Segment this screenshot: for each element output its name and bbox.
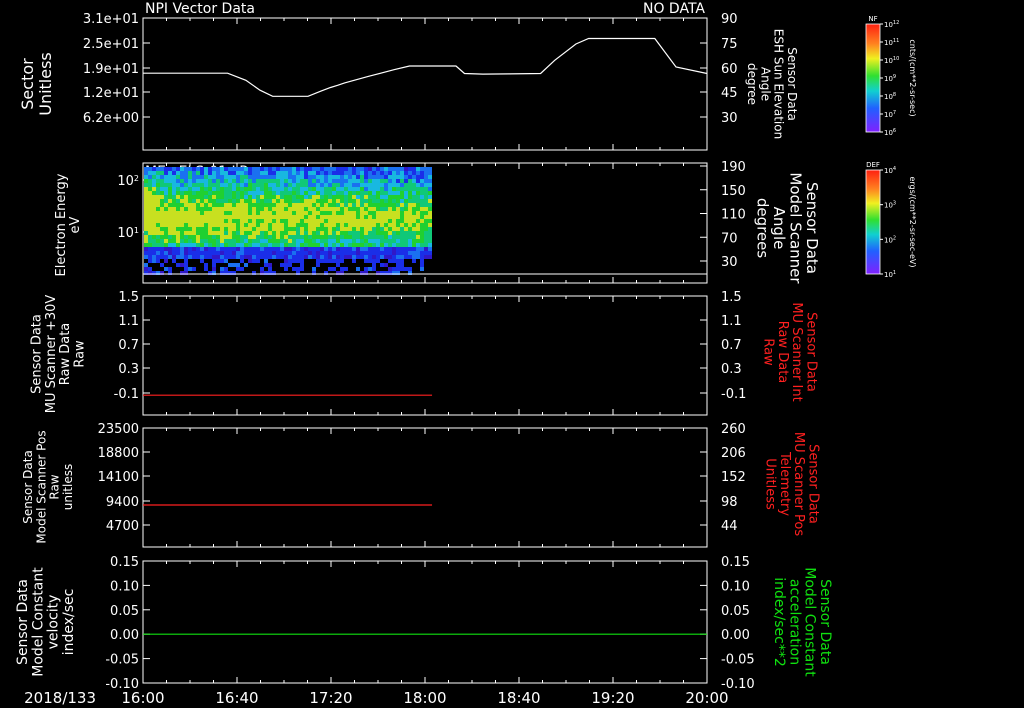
panel-2: MEx ELS-01 LR1021011901501107030Electron… [54, 160, 821, 284]
colorbar-units: ergs/(cm**2-sr-sec-eV) [908, 176, 917, 267]
time-tick-label: 18:40 [497, 689, 540, 707]
y-tick-label-right: 1.5 [721, 290, 742, 305]
y-tick-label-left: -0.05 [105, 653, 139, 668]
y-tick-label-left: 1.5 [118, 290, 139, 305]
time-tick-label: 20:00 [685, 689, 728, 707]
y-tick-label-left: 14100 [98, 470, 139, 485]
y-tick-label-right: 90 [721, 12, 738, 27]
y-tick-label-left: 23500 [98, 422, 139, 437]
y-tick-label-right: 110 [721, 208, 746, 223]
y-tick-label-right: 190 [721, 160, 746, 175]
time-tick-label: 18:00 [403, 689, 446, 707]
y-tick-label-left: 102 [117, 174, 139, 190]
colorbar-title: DEF [866, 161, 880, 169]
y-axis-label-right: Sensor DataMU Scanner PosTelemetryUnitle… [763, 432, 821, 537]
time-tick-label: 16:40 [215, 689, 258, 707]
y-tick-label-left: 4700 [106, 519, 139, 534]
y-tick-label-right: 150 [721, 184, 746, 199]
y-tick-label-left: 1.2e+01 [83, 86, 139, 101]
colorbar-tick-label: 103 [884, 201, 896, 210]
colorbar-tick-label: 108 [884, 92, 896, 101]
panel-frame [142, 427, 708, 548]
y-tick-label-left: 0.3 [118, 362, 139, 377]
y-tick-label-left: 3.1e+01 [83, 12, 139, 27]
date-label: 2018/133 [24, 689, 96, 707]
panel-1: NPI Vector Data NO DATA 3.1e+01 2.5e+01 1.9e… [18, 1, 799, 151]
y-axis-label-right: Sensor DataModel Constantaccelerationind… [771, 567, 833, 677]
y-tick-label-left: 0.7 [118, 338, 139, 353]
colorbar-gradient [865, 169, 881, 275]
y-tick-label-left: 0.10 [110, 579, 139, 594]
colorbar-units: cnts/(cm**2-sr-sec) [908, 39, 917, 116]
y-tick-label-right: 0.3 [721, 362, 742, 377]
y-tick-label-right: 0.7 [721, 338, 742, 353]
y-tick-label-right: 75 [721, 37, 738, 52]
colorbar-tick-label: 1011 [884, 38, 899, 47]
y-axis-label-left: SectorUnitless [18, 52, 55, 116]
panel-frame [142, 560, 708, 684]
panel-5: 0.150.100.050.00-0.05-0.100.150.100.050.… [15, 555, 833, 692]
y-tick-label-right: 206 [721, 446, 746, 461]
y-tick-label-right: 0.05 [721, 604, 750, 619]
time-tick-label: 19:20 [591, 689, 634, 707]
y-axis-label-left: Electron EnergyeV [54, 173, 83, 276]
colorbar-gradient [865, 23, 881, 133]
y-tick-label-left: 6.2e+00 [83, 111, 139, 126]
colorbar-nf: NF 1012 1011 1010 109 108 107 106 cnts/(cm**2-sr… [865, 15, 917, 137]
y-tick-label-right: 44 [721, 519, 738, 534]
panel-title: NPI Vector Data [145, 1, 255, 17]
y-tick-label-right: 0.10 [721, 579, 750, 594]
y-axis-label-right: Sensor DataESH Sun ElevationAngledegree [745, 29, 799, 139]
panel-4: 23500 18800 14100 9400 4700 260 206 152 98 44 Sens… [21, 422, 821, 548]
y-tick-label-left: 0.15 [110, 555, 139, 570]
colorbar-tick-label: 1010 [884, 56, 899, 65]
colorbar-def: DEF 104 103 102 101 ergs/(cm**2-sr-sec-eV) [865, 161, 917, 279]
y-tick-label-left: 9400 [106, 495, 139, 510]
y-tick-label-left: 2.5e+01 [83, 37, 139, 52]
colorbar-tick-label: 106 [884, 128, 896, 137]
y-tick-label-right: 30 [721, 111, 738, 126]
y-tick-label-right: 260 [721, 422, 746, 437]
spectrogram [144, 167, 432, 275]
y-tick-label-left: 1.9e+01 [83, 62, 139, 77]
y-tick-label-left: 0.05 [110, 604, 139, 619]
y-axis-label-right: Sensor DataModel ScannerAngledegrees [753, 172, 821, 284]
y-tick-label-right: 98 [721, 495, 738, 510]
y-tick-label-right: 1.1 [721, 314, 742, 329]
colorbar-title: NF [868, 15, 877, 23]
time-tick-label: 17:20 [309, 689, 352, 707]
panel-frame [142, 17, 708, 151]
y-tick-label-right: 45 [721, 86, 738, 101]
y-tick-label-right: -0.1 [721, 387, 746, 402]
y-axis-label-left: Sensor DataModel Constantvelocityindex/s… [15, 567, 77, 677]
y-tick-label-left: 101 [117, 226, 139, 242]
y-tick-label-right: 152 [721, 470, 746, 485]
y-tick-label-left: 1.1 [118, 314, 139, 329]
y-tick-label-right: 0.00 [721, 628, 750, 643]
y-tick-label-right: -0.05 [721, 653, 755, 668]
y-tick-label-left: 18800 [98, 446, 139, 461]
y-axis-label-left: Sensor DataMU Scanner +30VRaw DataRaw [30, 295, 88, 414]
y-tick-label-left: -0.1 [114, 387, 139, 402]
colorbar-tick-label: 107 [884, 110, 896, 119]
y-axis-label-right: Sensor DataMU Scanner IntRaw DataRaw [761, 302, 819, 401]
series-line [143, 37, 708, 97]
panel-frame [142, 295, 708, 416]
y-tick-label-right: 60 [721, 62, 738, 77]
time-tick-label: 16:00 [121, 689, 164, 707]
time-axis: 2018/133 16:00 16:40 17:20 18:00 18:40 19:20 20… [24, 689, 728, 707]
colorbar-tick-label: 101 [884, 270, 896, 279]
panel-3: 1.5 1.1 0.7 0.3 -0.1 1.5 1.1 0.7 0.3 -0.1 Sensor D… [30, 290, 819, 416]
colorbar-tick-label: 109 [884, 74, 896, 83]
y-axis-label-left: Sensor DataModel Scanner PosRawunitless [21, 430, 75, 543]
y-tick-label-right: 70 [721, 231, 738, 246]
y-tick-label-left: 0.00 [110, 628, 139, 643]
multi-panel-plot: NPI Vector Data NO DATA 3.1e+01 2.5e+01 1.9e… [15, 1, 917, 707]
colorbar-tick-label: 104 [884, 166, 896, 175]
colorbar-tick-label: 1012 [884, 20, 899, 29]
y-tick-label-right: 30 [721, 255, 738, 270]
colorbar-tick-label: 102 [884, 235, 896, 244]
y-tick-label-right: 0.15 [721, 555, 750, 570]
status-label: NO DATA [643, 1, 705, 17]
